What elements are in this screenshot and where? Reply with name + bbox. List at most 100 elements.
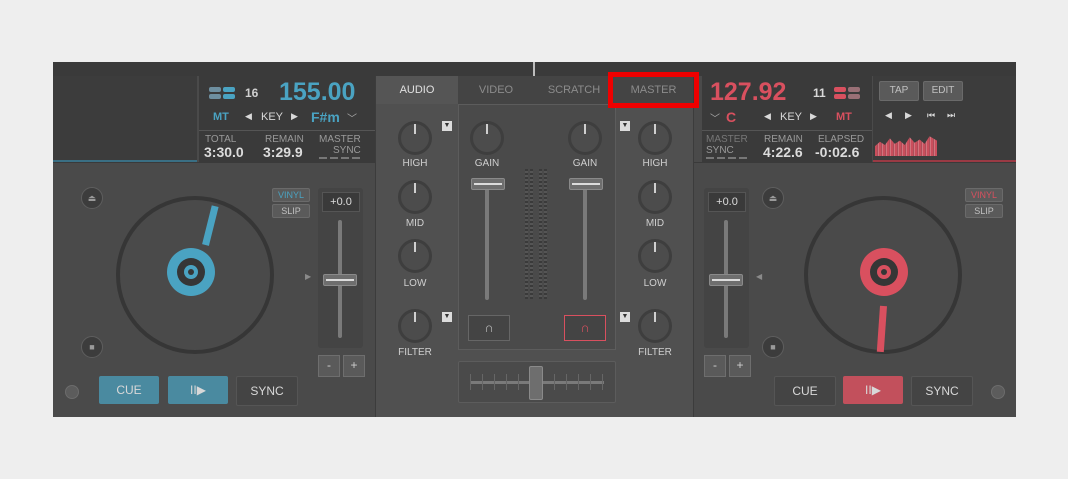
right-key-value[interactable]: C [726, 109, 736, 125]
tab-scratch[interactable]: SCRATCH [534, 76, 614, 104]
left-master-label[interactable]: MASTER [319, 134, 361, 145]
right-tap-button[interactable]: TAP [879, 81, 919, 101]
left-filter-menu-icon[interactable]: ▼ [442, 312, 452, 322]
right-info-panel: 127.92 11 ﹀ C ◀ KEY ▶ MT MASTER SYNC REM… [702, 76, 872, 162]
left-sync-label[interactable]: SYNC [333, 145, 361, 156]
left-pitch-arrow-icon: ▶ [305, 272, 312, 281]
right-settings-gear-icon[interactable] [991, 385, 1005, 399]
left-sync-meter [319, 157, 363, 159]
right-skip-forward-icon[interactable]: ⏭ [947, 110, 955, 121]
left-filter-label: FILTER [398, 347, 432, 358]
left-eject-icon[interactable]: ⏏ [81, 187, 103, 209]
right-key-next-icon[interactable]: ▶ [810, 111, 817, 122]
right-sync-button[interactable]: SYNC [911, 376, 973, 406]
right-gain-label: GAIN [572, 158, 598, 169]
left-info-divider [199, 130, 375, 131]
left-pitch-value[interactable]: +0.0 [322, 192, 360, 212]
playhead-marker [533, 62, 535, 76]
right-slip-button[interactable]: SLIP [965, 204, 1003, 218]
right-beat-icon-4 [848, 94, 860, 99]
right-gain-knob[interactable] [568, 121, 602, 155]
left-gain-label: GAIN [474, 158, 500, 169]
right-eq-mid-knob[interactable] [638, 180, 672, 214]
right-mt-toggle[interactable]: MT [836, 111, 852, 123]
right-play-pause-button[interactable]: II▶ [843, 376, 903, 404]
right-waveform-area[interactable] [873, 130, 1016, 162]
vu-meter-4 [544, 169, 547, 299]
right-skip-back-icon[interactable]: ⏮ [927, 110, 935, 121]
right-master-label[interactable]: MASTER [706, 134, 748, 145]
right-pitch-minus-button[interactable]: - [704, 355, 726, 377]
right-high-label: HIGH [642, 158, 668, 169]
right-stop-icon[interactable]: ■ [762, 336, 784, 358]
left-beat-count: 16 [245, 86, 259, 100]
right-beat-icon [834, 87, 846, 92]
left-eq-high-knob[interactable] [398, 121, 432, 155]
left-mt-toggle[interactable]: MT [213, 111, 229, 123]
left-pitch-fader[interactable] [323, 274, 357, 286]
left-play-pause-button[interactable]: II▶ [168, 376, 228, 404]
left-filter-knob[interactable] [398, 309, 432, 343]
left-key-dropdown-icon[interactable]: ﹀ [347, 110, 357, 125]
left-slip-button[interactable]: SLIP [272, 204, 310, 218]
crossfader-handle[interactable] [529, 366, 543, 400]
right-remain-value: 4:22.6 [763, 144, 803, 160]
right-eq-high-knob[interactable] [638, 121, 672, 155]
left-stop-icon[interactable]: ■ [81, 336, 103, 358]
right-eject-icon[interactable]: ⏏ [762, 187, 784, 209]
right-vinyl-button[interactable]: VINYL [965, 188, 1003, 202]
right-volume-fader[interactable] [569, 178, 603, 190]
left-volume-fader[interactable] [471, 178, 505, 190]
left-gain-knob[interactable] [470, 121, 504, 155]
tab-audio[interactable]: AUDIO [376, 76, 458, 104]
right-platter-center-icon [860, 248, 908, 296]
right-low-label: LOW [643, 278, 667, 289]
right-sync-label[interactable]: SYNC [706, 145, 734, 156]
right-cue-button[interactable]: CUE [774, 376, 836, 406]
right-edit-button[interactable]: EDIT [923, 81, 963, 101]
right-pitch-value[interactable]: +0.0 [708, 192, 746, 212]
top-strip [53, 62, 1016, 76]
left-eq-mid-knob[interactable] [398, 180, 432, 214]
right-pitch-plus-button[interactable]: + [729, 355, 751, 377]
left-pitch-panel: +0.0 [318, 188, 363, 348]
left-key-next-icon[interactable]: ▶ [291, 111, 298, 122]
left-waveform-area[interactable] [53, 76, 197, 162]
right-deck: 127.92 11 ﹀ C ◀ KEY ▶ MT MASTER SYNC REM… [694, 76, 1016, 417]
right-transport-panel: TAP EDIT ◀ ▶ ⏮ ⏭ [873, 76, 973, 130]
right-key-label: KEY [780, 111, 803, 123]
left-bpm[interactable]: 155.00 [279, 78, 355, 107]
right-key-dropdown-icon[interactable]: ﹀ [710, 110, 720, 125]
left-eq-low-knob[interactable] [398, 239, 432, 273]
right-nudge-forward-icon[interactable]: ▶ [905, 110, 912, 121]
left-pitch-minus-button[interactable]: - [318, 355, 340, 377]
right-filter-menu-icon[interactable]: ▼ [620, 312, 630, 322]
right-beat-icon-2 [848, 87, 860, 92]
left-key-value[interactable]: F#m [311, 109, 340, 125]
right-beat-icon-3 [834, 94, 846, 99]
vu-meter-3 [539, 169, 542, 299]
right-eq-low-knob[interactable] [638, 239, 672, 273]
left-high-label: HIGH [402, 158, 428, 169]
left-vinyl-button[interactable]: VINYL [272, 188, 310, 202]
left-sync-button[interactable]: SYNC [236, 376, 298, 406]
right-nudge-back-icon[interactable]: ◀ [885, 110, 892, 121]
right-pitch-fader[interactable] [709, 274, 743, 286]
right-waveform-area-top[interactable] [973, 76, 1016, 130]
right-pitch-panel: +0.0 [704, 188, 749, 348]
left-headphone-cue-icon[interactable]: ∩ [468, 315, 510, 341]
vu-meter-2 [530, 169, 533, 299]
right-bpm[interactable]: 127.92 [710, 78, 786, 107]
right-mid-label: MID [645, 218, 665, 229]
tab-video[interactable]: VIDEO [458, 76, 534, 104]
left-pitch-plus-button[interactable]: + [343, 355, 365, 377]
left-cue-button[interactable]: CUE [99, 376, 159, 404]
right-filter-knob[interactable] [638, 309, 672, 343]
right-headphone-cue-icon[interactable]: ∩ [564, 315, 606, 341]
left-beat-icon-2 [223, 87, 235, 92]
left-eq-menu-icon[interactable]: ▼ [442, 121, 452, 131]
right-eq-menu-icon[interactable]: ▼ [620, 121, 630, 131]
left-key-prev-icon[interactable]: ◀ [245, 111, 252, 122]
left-settings-gear-icon[interactable] [65, 385, 79, 399]
right-key-prev-icon[interactable]: ◀ [764, 111, 771, 122]
